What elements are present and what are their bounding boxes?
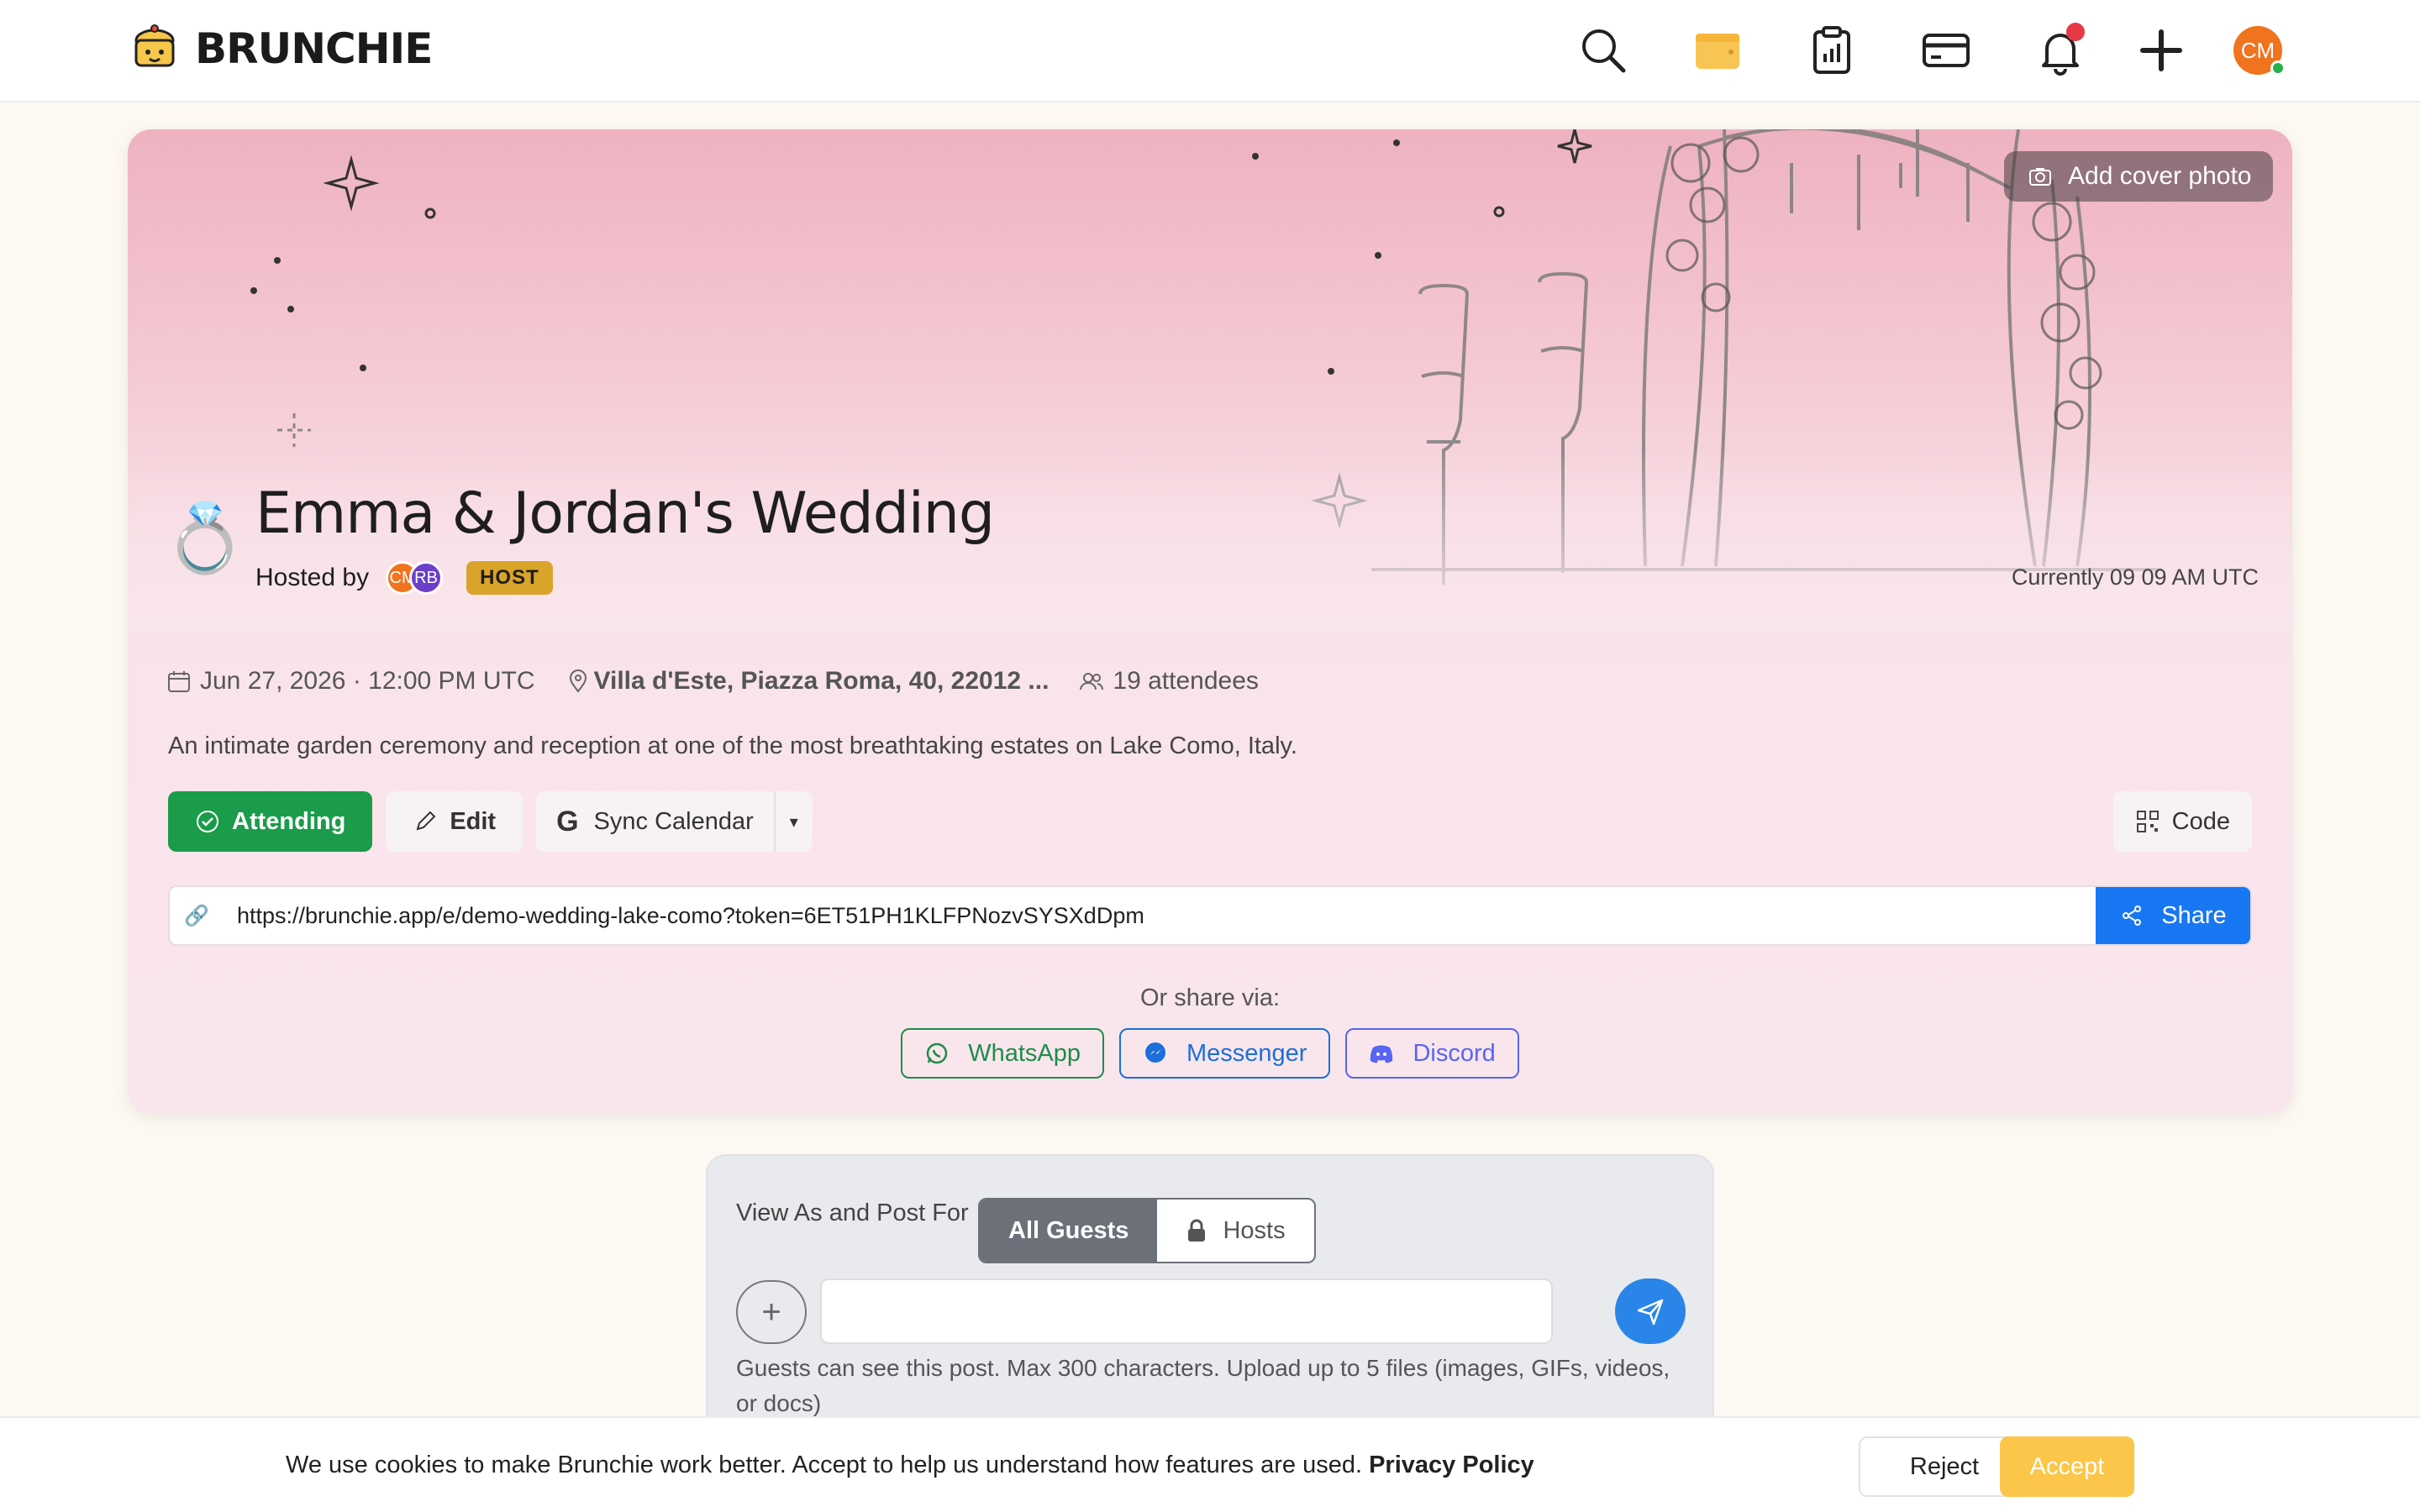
messenger-icon: [1145, 1042, 1165, 1063]
event-attendees-text: 19 attendees: [1113, 667, 1259, 695]
share-link-row: 🔗 https://brunchie.app/e/demo-wedding-la…: [168, 885, 2252, 946]
whatsapp-button[interactable]: WhatsApp: [901, 1028, 1104, 1079]
post-hint: Guests can see this post. Max 300 charac…: [736, 1355, 1670, 1416]
attending-button[interactable]: Attending: [168, 791, 373, 852]
send-button[interactable]: [1615, 1278, 1686, 1344]
hosted-by: Hosted by CM RB HOST: [255, 561, 553, 595]
hosts-tab[interactable]: Hosts: [1157, 1200, 1314, 1262]
current-time: Currently 09 09 AM UTC: [2011, 564, 2259, 590]
event-date-text: Jun 27, 2026 · 12:00 PM UTC: [200, 667, 535, 695]
chevron-down-icon[interactable]: ▾: [773, 791, 813, 852]
event-date: Jun 27, 2026 · 12:00 PM UTC: [166, 667, 535, 696]
event-title: Emma & Jordan's Wedding: [255, 480, 995, 547]
share-icon: [2123, 906, 2142, 926]
edit-label: Edit: [450, 807, 497, 835]
event-hero-card: Add cover photo 💍 Emma & Jordan's Weddin…: [128, 129, 2292, 1114]
code-label: Code: [2171, 807, 2230, 835]
view-as-label: View As and Post For: [736, 1200, 969, 1226]
cookie-text: We use cookies to make Brunchie work bet…: [286, 1452, 1534, 1479]
event-description: An intimate garden ceremony and receptio…: [168, 732, 1297, 759]
share-label: Share: [2161, 901, 2227, 929]
google-icon: G: [556, 805, 579, 837]
share-button[interactable]: Share: [2096, 887, 2250, 944]
messenger-button[interactable]: Messenger: [1119, 1028, 1331, 1079]
messenger-label: Messenger: [1186, 1039, 1307, 1067]
qr-code-icon: [2136, 811, 2159, 832]
plus-icon[interactable]: [2134, 24, 2188, 77]
sync-calendar-label: Sync Calendar: [593, 807, 754, 835]
camera-icon: [2029, 168, 2051, 186]
sync-calendar-button[interactable]: G Sync Calendar: [536, 791, 774, 852]
wedding-cover-illustration: [128, 129, 2292, 633]
credit-card-icon[interactable]: [1919, 24, 1973, 77]
discord-label: Discord: [1413, 1039, 1496, 1067]
edit-button[interactable]: Edit: [386, 791, 523, 852]
send-icon: [1637, 1299, 1664, 1326]
whatsapp-label: WhatsApp: [968, 1039, 1081, 1067]
event-actions: Attending Edit G Sync Calendar ▾: [168, 791, 813, 852]
social-share-buttons: WhatsApp Messenger Discord: [128, 1028, 2292, 1079]
search-icon[interactable]: [1576, 24, 1630, 77]
online-status-dot: [2270, 60, 2286, 76]
hosts-tab-label: Hosts: [1223, 1216, 1286, 1244]
top-navbar: BRUNCHIE CM: [0, 0, 2420, 102]
brunchie-logo-icon: [134, 24, 175, 67]
calendar-icon: [168, 671, 190, 692]
host-badge: HOST: [466, 561, 553, 595]
share-url-field[interactable]: https://brunchie.app/e/demo-wedding-lake…: [224, 903, 2096, 929]
lock-icon: [1188, 1219, 1206, 1242]
event-meta: Jun 27, 2026 · 12:00 PM UTC Villa d'Este…: [166, 667, 1289, 696]
discord-icon: [1370, 1045, 1393, 1063]
qr-code-button[interactable]: Code: [2112, 791, 2252, 852]
discord-button[interactable]: Discord: [1345, 1028, 1519, 1079]
sync-calendar-group: G Sync Calendar ▾: [536, 791, 813, 852]
or-share-via: Or share via:: [1140, 984, 1280, 1011]
attach-button[interactable]: +: [736, 1280, 807, 1344]
add-cover-photo-label: Add cover photo: [2068, 162, 2252, 190]
wallet-icon[interactable]: [1691, 24, 1744, 77]
cookie-banner: We use cookies to make Brunchie work bet…: [0, 1416, 2420, 1512]
post-input[interactable]: [820, 1278, 1553, 1344]
event-attendees[interactable]: 19 attendees: [1079, 667, 1259, 696]
accept-button[interactable]: Accept: [2000, 1436, 2134, 1497]
add-cover-photo-button[interactable]: Add cover photo: [2004, 151, 2273, 202]
cookie-message: We use cookies to make Brunchie work bet…: [286, 1452, 1363, 1478]
users-icon: [1080, 673, 1104, 690]
brand[interactable]: BRUNCHIE: [131, 24, 433, 74]
link-icon: 🔗: [184, 904, 209, 927]
event-location-text: Villa d'Este, Piazza Roma, 40, 22012 ...: [593, 667, 1050, 695]
host-avatar-rb[interactable]: RB: [409, 561, 444, 595]
notification-badge: [2066, 23, 2085, 41]
attending-label: Attending: [232, 807, 346, 835]
privacy-policy-link[interactable]: Privacy Policy: [1369, 1452, 1534, 1478]
pencil-icon: [416, 811, 436, 831]
event-location[interactable]: Villa d'Este, Piazza Roma, 40, 22012 ...: [566, 667, 1050, 696]
ring-emoji-icon: 💍: [163, 501, 247, 575]
audience-toggle: All Guests Hosts: [978, 1198, 1316, 1263]
all-guests-tab[interactable]: All Guests: [980, 1200, 1158, 1262]
clipboard-chart-icon[interactable]: [1805, 24, 1859, 77]
brand-name: BRUNCHIE: [195, 24, 433, 73]
plus-icon: +: [761, 1293, 781, 1331]
whatsapp-icon: [926, 1042, 948, 1064]
hosted-by-label: Hosted by: [255, 564, 370, 591]
map-pin-icon: [569, 669, 587, 693]
check-circle-icon: [197, 811, 218, 832]
